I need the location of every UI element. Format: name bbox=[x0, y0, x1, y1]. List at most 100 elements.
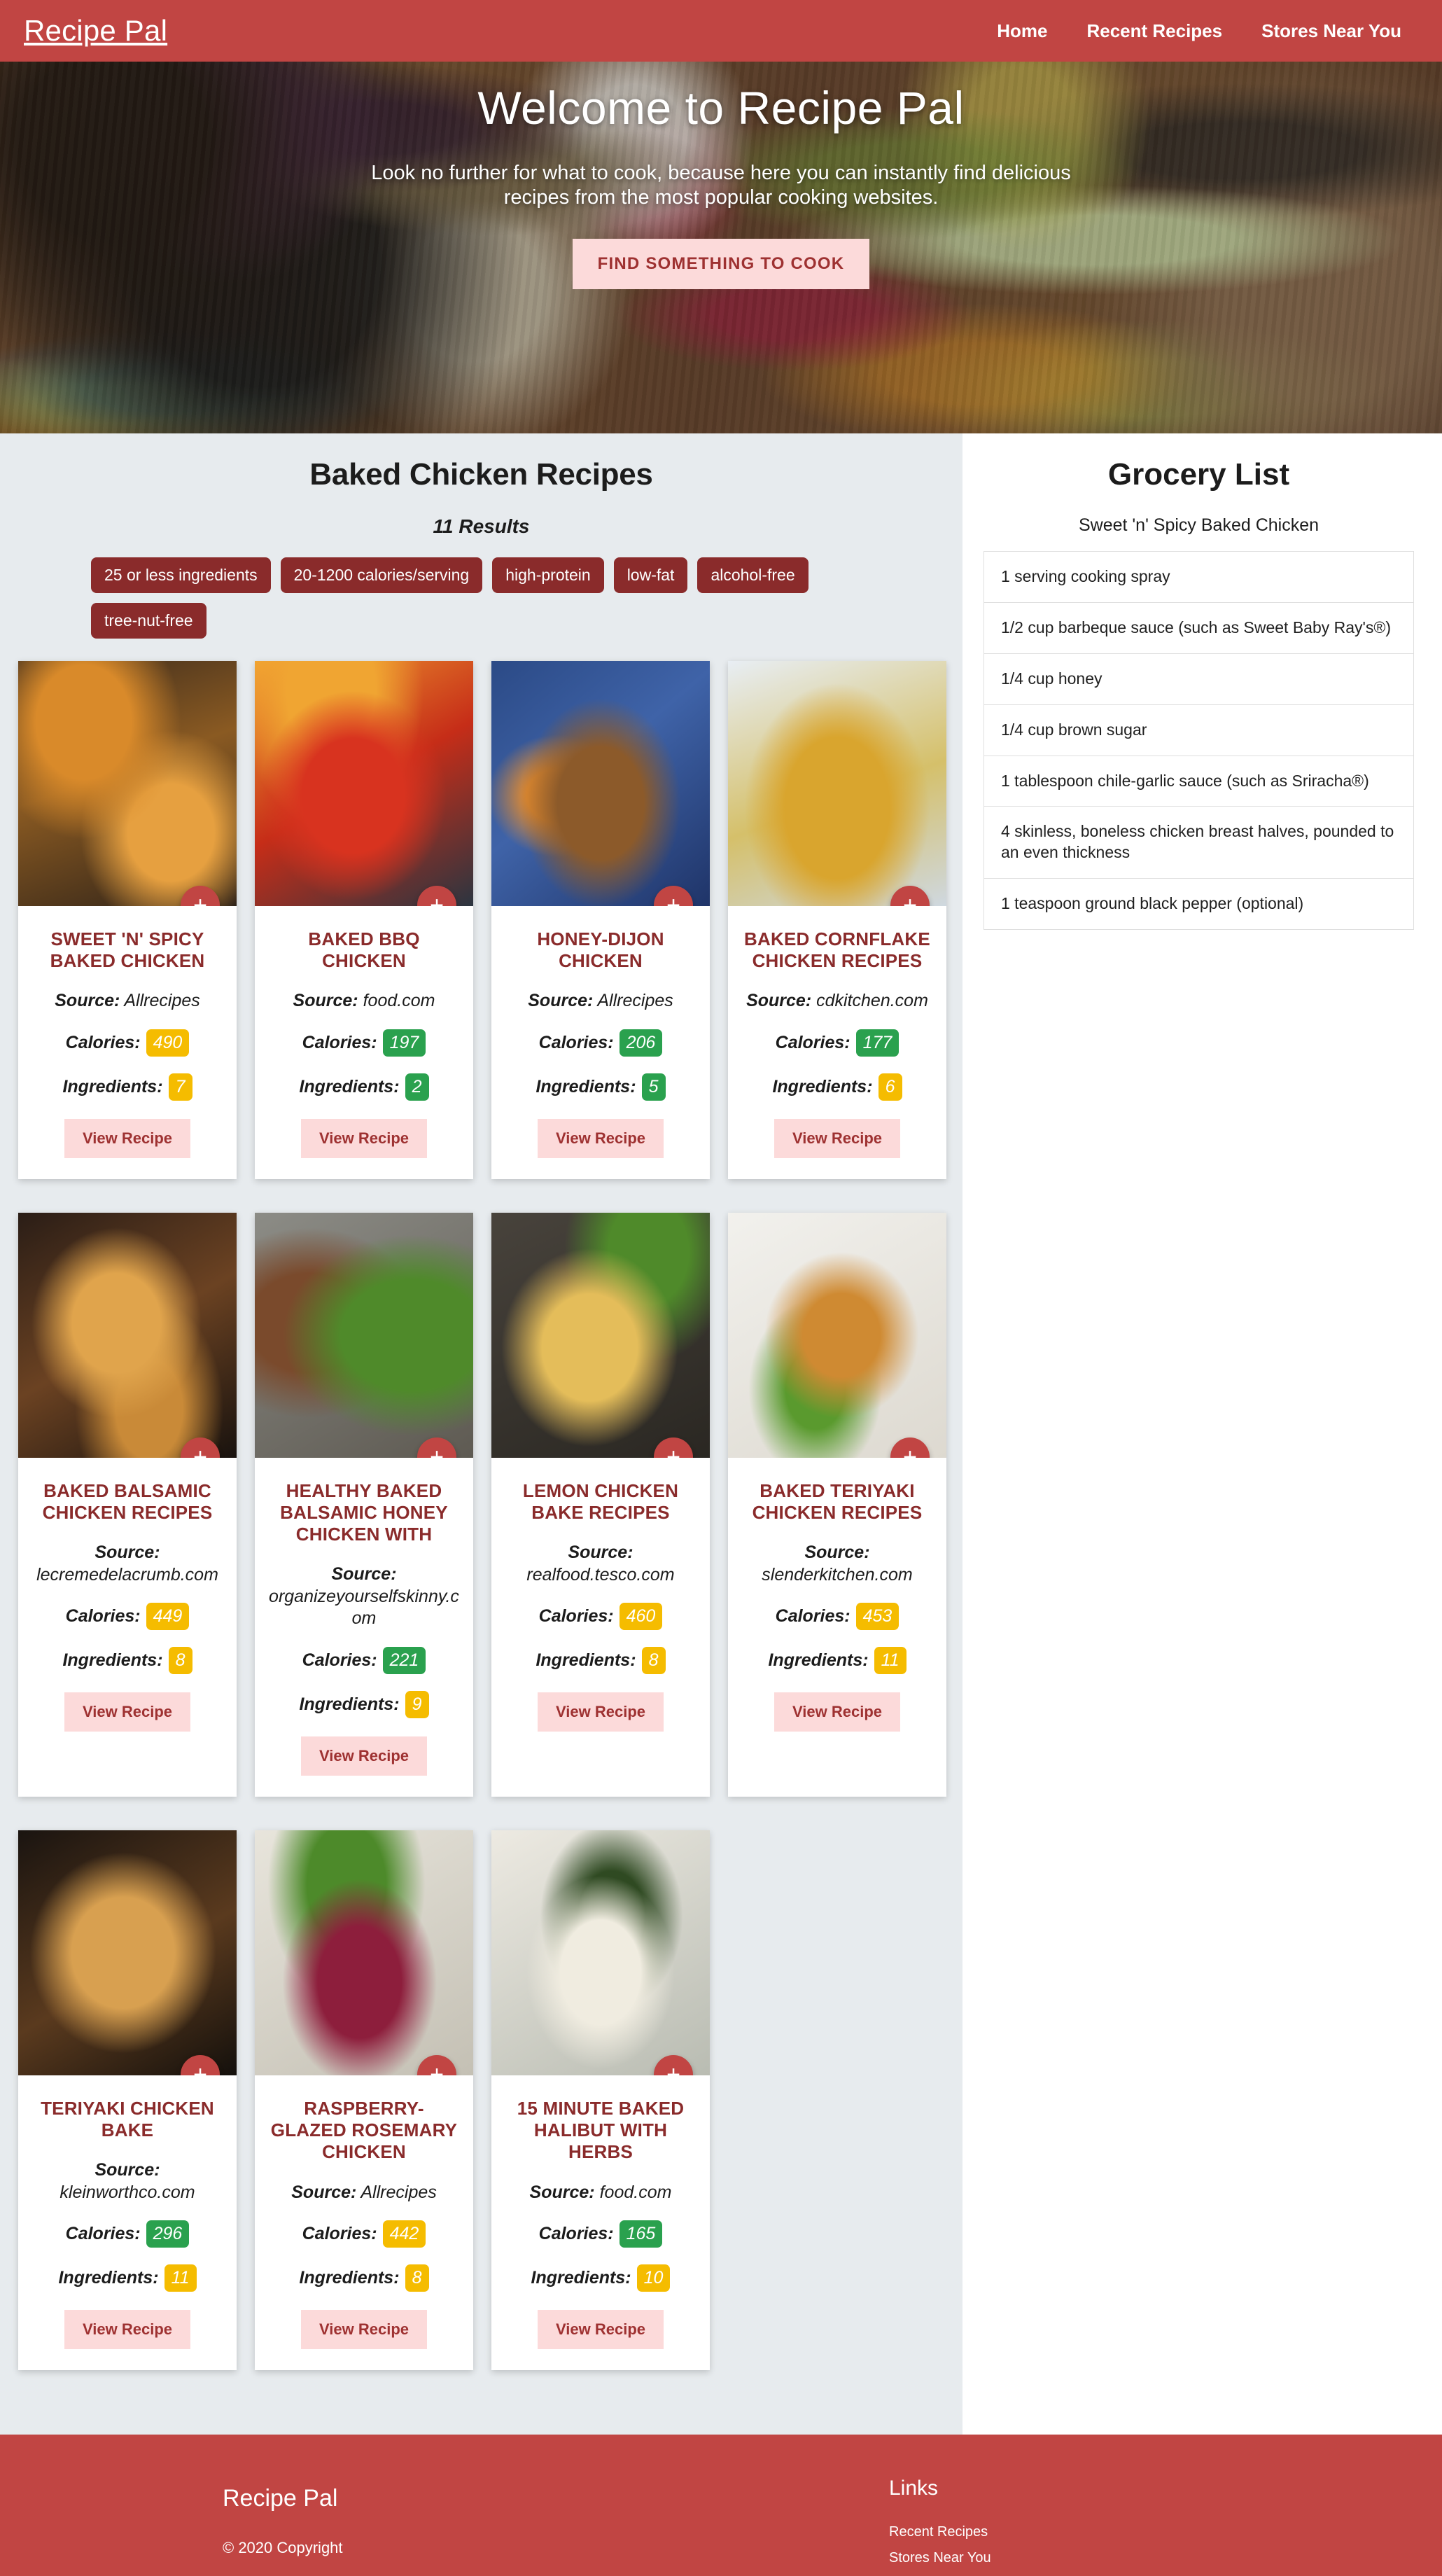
recipe-card-grid: + Sweet 'n' Spicy Baked Chicken Source: Al… bbox=[0, 661, 962, 2371]
ingredients-label: Ingredients: bbox=[536, 1650, 636, 1671]
filter-tag[interactable]: 20-1200 calories/serving bbox=[280, 557, 483, 593]
hero-subtitle: Look no further for what to cook, becaus… bbox=[371, 162, 1071, 209]
grocery-list-column: Grocery List Sweet 'n' Spicy Baked Chick… bbox=[962, 433, 1442, 2435]
recipe-image: + bbox=[491, 661, 710, 906]
recipe-card[interactable]: + Healthy Baked Balsamic Honey Chicken Wi… bbox=[255, 1212, 473, 1797]
recipe-photo bbox=[255, 1212, 473, 1458]
recipe-card-body: 15 Minute Baked Halibut With Herbs Source… bbox=[491, 2075, 710, 2370]
recipe-image: + bbox=[255, 1212, 473, 1458]
ingredients-badge: 6 bbox=[878, 1073, 902, 1101]
recipe-card[interactable]: + Teriyaki Chicken Bake Source: kleinworth… bbox=[18, 1830, 237, 2371]
nav-link-recent-recipes[interactable]: Recent Recipes bbox=[1086, 20, 1222, 42]
ingredients-label: Ingredients: bbox=[536, 1076, 636, 1096]
ingredients-label: Ingredients: bbox=[62, 1076, 163, 1096]
recipe-photo bbox=[18, 1212, 237, 1458]
recipe-source: Source: realfood.tesco.com bbox=[526, 1542, 674, 1586]
grocery-list-item[interactable]: 4 skinless, boneless chicken breast halv… bbox=[984, 807, 1413, 879]
ingredients-row: Ingredients: 2 bbox=[299, 1073, 429, 1101]
view-recipe-button[interactable]: View Recipe bbox=[538, 1692, 664, 1732]
view-recipe-button[interactable]: View Recipe bbox=[301, 1736, 427, 1776]
view-recipe-button[interactable]: View Recipe bbox=[774, 1118, 900, 1158]
nav-link-home[interactable]: Home bbox=[997, 20, 1047, 42]
recipe-source-value: Allrecipes bbox=[360, 2182, 437, 2202]
recipe-card-body: Teriyaki Chicken Bake Source: kleinworthc… bbox=[18, 2075, 237, 2370]
recipe-card-body: Raspberry-Glazed Rosemary Chicken Source:… bbox=[255, 2075, 473, 2370]
calories-badge: 206 bbox=[619, 1029, 663, 1057]
view-recipe-button[interactable]: View Recipe bbox=[64, 1692, 190, 1732]
recipe-source-label: Source: bbox=[331, 1564, 397, 1585]
recipe-source-label: Source: bbox=[293, 991, 358, 1011]
ingredients-badge: 10 bbox=[636, 2264, 671, 2292]
calories-row: Calories: 177 bbox=[776, 1029, 899, 1057]
calories-row: Calories: 206 bbox=[539, 1029, 663, 1057]
filter-tag[interactable]: tree-nut-free bbox=[91, 603, 206, 639]
grocery-list-item[interactable]: 1/4 cup honey bbox=[984, 654, 1413, 705]
calories-row: Calories: 165 bbox=[539, 2220, 663, 2248]
recipe-card[interactable]: + Baked Cornflake Chicken Recipes Source: … bbox=[728, 661, 946, 1179]
filter-tag[interactable]: alcohol-free bbox=[697, 557, 808, 593]
recipe-card-body: Healthy Baked Balsamic Honey Chicken Wit… bbox=[255, 1458, 473, 1797]
ingredients-row: Ingredients: 8 bbox=[299, 2264, 429, 2292]
recipe-photo bbox=[491, 1830, 710, 2075]
filter-tag[interactable]: 25 or less ingredients bbox=[91, 557, 271, 593]
calories-badge: 460 bbox=[619, 1603, 663, 1631]
recipe-title: Honey-Dijon Chicken bbox=[537, 928, 664, 972]
footer-links-heading: Links bbox=[889, 2477, 939, 2500]
recipe-source: Source: slenderkitchen.com bbox=[762, 1542, 912, 1586]
page-title: Baked Chicken Recipes bbox=[309, 457, 653, 492]
calories-label: Calories: bbox=[302, 1032, 377, 1052]
recipe-card[interactable]: + Honey-Dijon Chicken Source: Allrecipes Ca… bbox=[491, 661, 710, 1179]
view-recipe-button[interactable]: View Recipe bbox=[538, 2310, 664, 2349]
view-recipe-button[interactable]: View Recipe bbox=[64, 2310, 190, 2350]
recipe-card[interactable]: + Baked Balsamic Chicken Recipes Source: l… bbox=[18, 1212, 237, 1797]
ingredients-label: Ingredients: bbox=[299, 1076, 400, 1096]
recipe-card-body: Baked BBQ Chicken Source: food.com Calorie… bbox=[255, 906, 473, 1179]
view-recipe-button[interactable]: View Recipe bbox=[301, 1118, 427, 1158]
recipe-source-value: food.com bbox=[363, 991, 435, 1011]
grocery-list-item[interactable]: 1 teaspoon ground black pepper (optional… bbox=[984, 879, 1413, 931]
recipe-source-label: Source: bbox=[568, 1543, 634, 1563]
view-recipe-button[interactable]: View Recipe bbox=[301, 2310, 427, 2349]
filter-tag[interactable]: low-fat bbox=[613, 557, 688, 593]
recipe-source-value: organizeyourselfskinny.com bbox=[269, 1586, 459, 1629]
view-recipe-button[interactable]: View Recipe bbox=[774, 1692, 900, 1732]
ingredients-row: Ingredients: 11 bbox=[58, 2264, 197, 2292]
calories-badge: 449 bbox=[146, 1603, 190, 1631]
ingredients-badge: 2 bbox=[405, 1073, 429, 1101]
footer-link-stores-near-you[interactable]: Stores Near You bbox=[889, 2550, 991, 2566]
nav-link-stores-near-you[interactable]: Stores Near You bbox=[1261, 20, 1401, 42]
calories-badge: 165 bbox=[619, 2220, 663, 2248]
recipe-card-body: Baked Cornflake Chicken Recipes Source: c… bbox=[728, 906, 946, 1179]
find-something-to-cook-button[interactable]: FIND SOMETHING TO COOK bbox=[572, 238, 870, 289]
recipe-card[interactable]: + Sweet 'n' Spicy Baked Chicken Source: Al… bbox=[18, 661, 237, 1179]
recipe-source-value: Allrecipes bbox=[124, 991, 200, 1011]
grocery-list-item[interactable]: 1/4 cup brown sugar bbox=[984, 705, 1413, 756]
recipe-source: Source: lecremedelacrumb.com bbox=[36, 1542, 218, 1586]
grocery-list-item[interactable]: 1/2 cup barbeque sauce (such as Sweet Ba… bbox=[984, 603, 1413, 654]
recipe-photo bbox=[728, 1212, 946, 1458]
ingredients-label: Ingredients: bbox=[299, 2268, 400, 2288]
hero-banner: Welcome to Recipe Pal Look no further fo… bbox=[0, 62, 1442, 433]
filter-tag[interactable]: high-protein bbox=[492, 557, 604, 593]
grocery-list-item[interactable]: 1 tablespoon chile-garlic sauce (such as… bbox=[984, 756, 1413, 807]
ingredients-badge: 8 bbox=[168, 1647, 192, 1675]
calories-row: Calories: 490 bbox=[66, 1029, 190, 1057]
view-recipe-button[interactable]: View Recipe bbox=[64, 1118, 190, 1158]
recipe-card[interactable]: + Raspberry-Glazed Rosemary Chicken Source… bbox=[255, 1830, 473, 2371]
recipe-card[interactable]: + Baked Teriyaki Chicken Recipes Source: s… bbox=[728, 1212, 946, 1797]
recipe-source-label: Source: bbox=[528, 991, 594, 1011]
recipe-card[interactable]: + Lemon Chicken Bake Recipes Source: realf… bbox=[491, 1212, 710, 1797]
ingredients-badge: 11 bbox=[164, 2264, 197, 2292]
hero-title: Welcome to Recipe Pal bbox=[477, 82, 965, 134]
grocery-list-item[interactable]: 1 serving cooking spray bbox=[984, 552, 1413, 603]
recipe-image: + bbox=[18, 1212, 237, 1458]
calories-badge: 177 bbox=[855, 1029, 899, 1057]
recipe-source: Source: organizeyourselfskinny.com bbox=[267, 1564, 461, 1630]
footer-link-recent-recipes[interactable]: Recent Recipes bbox=[889, 2524, 991, 2540]
brand-logo[interactable]: Recipe Pal bbox=[24, 14, 167, 48]
recipe-photo bbox=[255, 1830, 473, 2075]
ingredients-row: Ingredients: 5 bbox=[536, 1073, 666, 1101]
recipe-card[interactable]: + Baked BBQ Chicken Source: food.com Calori… bbox=[255, 661, 473, 1179]
view-recipe-button[interactable]: View Recipe bbox=[538, 1118, 664, 1158]
recipe-card[interactable]: +15 Minute Baked Halibut With Herbs Sourc… bbox=[491, 1830, 710, 2371]
